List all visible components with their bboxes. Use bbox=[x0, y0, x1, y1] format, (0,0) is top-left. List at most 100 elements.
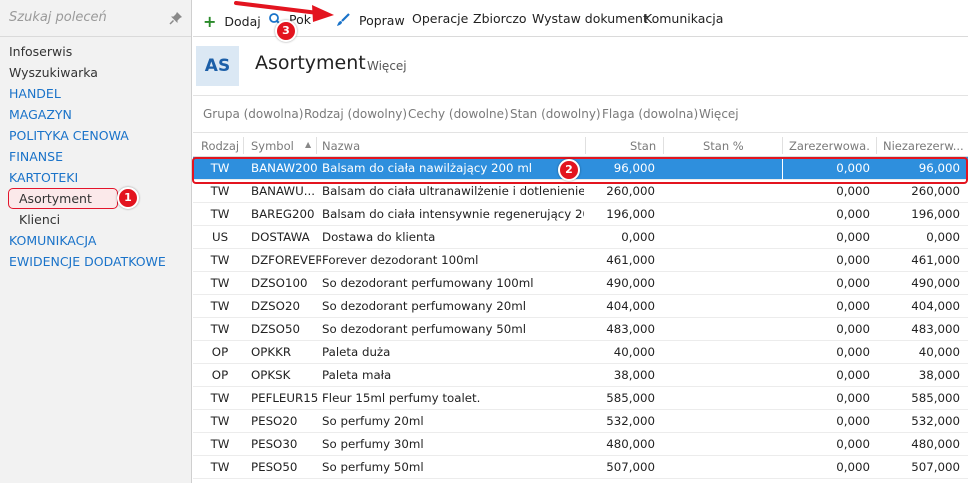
cell-symbol: DZFOREVER bbox=[251, 253, 321, 267]
table-row[interactable]: TW DZSO50 So dezodorant perfumowany 50ml… bbox=[193, 318, 968, 341]
col-zarezerwowane[interactable]: Zarezerwowa... bbox=[789, 139, 871, 153]
cell-stan: 461,000 bbox=[606, 253, 655, 267]
table-row[interactable]: OP OPKKR Paleta duża 40,000 0,000 40,000 bbox=[193, 341, 968, 364]
step-2-badge: 2 bbox=[558, 159, 580, 181]
cell-niezarezerwowane: 96,000 bbox=[918, 161, 960, 175]
cell-nazwa: So dezodorant perfumowany 100ml bbox=[322, 276, 534, 290]
nav-item-asortyment[interactable]: Asortyment bbox=[0, 188, 191, 209]
cell-rodzaj: TW bbox=[210, 184, 230, 198]
table-row-selected[interactable]: TW BANAW200 Balsam do ciała nawilżający … bbox=[193, 157, 968, 180]
filter-grupa[interactable]: Grupa (dowolna) bbox=[203, 107, 303, 121]
nav-item-magazyn[interactable]: MAGAZYN bbox=[0, 104, 191, 125]
add-button[interactable]: + Dodaj bbox=[203, 11, 261, 31]
module-badge: AS bbox=[196, 46, 239, 86]
column-divider[interactable] bbox=[316, 137, 317, 154]
bulk-button[interactable]: Zbiorczo bbox=[473, 11, 527, 26]
cell-symbol: PESO20 bbox=[251, 414, 298, 428]
nav-item-handel[interactable]: HANDEL bbox=[0, 83, 191, 104]
table-header: Rodzaj Symbol ▲ Nazwa Stan Stan % Zareze… bbox=[193, 134, 968, 157]
table-row[interactable]: TW BAREG200 Balsam do ciała intensywnie … bbox=[193, 203, 968, 226]
page-header: AS Asortyment Więcej bbox=[193, 38, 968, 96]
nav-item-finanse[interactable]: FINANSE bbox=[0, 146, 191, 167]
cell-symbol: PEFLEUR15 bbox=[251, 391, 319, 405]
col-stan-pct[interactable]: Stan % bbox=[703, 139, 744, 153]
cell-nazwa: So perfumy 30ml bbox=[322, 437, 424, 451]
filter-flaga[interactable]: Flaga (dowolna) bbox=[602, 107, 698, 121]
column-divider[interactable] bbox=[585, 137, 586, 154]
cell-stan: 483,000 bbox=[606, 322, 655, 336]
cell-symbol: DZSO50 bbox=[251, 322, 300, 336]
col-niezarezerwowane[interactable]: Niezarezerw... bbox=[883, 139, 963, 153]
cell-stan: 404,000 bbox=[606, 299, 655, 313]
cell-nazwa: Paleta mała bbox=[322, 368, 392, 382]
table-row[interactable]: TW DZSO20 So dezodorant perfumowany 20ml… bbox=[193, 295, 968, 318]
nav-item-kartoteki[interactable]: KARTOTEKI bbox=[0, 167, 191, 188]
cell-stan: 260,000 bbox=[606, 184, 655, 198]
filter-rodzaj[interactable]: Rodzaj (dowolny) bbox=[304, 107, 407, 121]
table-row[interactable]: TW PESO50 So perfumy 50ml 507,000 0,000 … bbox=[193, 456, 968, 479]
cell-rodzaj: TW bbox=[210, 276, 230, 290]
table-row[interactable]: TW DZFOREVER Forever dezodorant 100ml 46… bbox=[193, 249, 968, 272]
cell-niezarezerwowane: 461,000 bbox=[911, 253, 960, 267]
col-symbol[interactable]: Symbol bbox=[251, 139, 294, 153]
nav-item-komunikacja[interactable]: KOMUNIKACJA bbox=[0, 230, 191, 251]
table-row[interactable]: TW PEFLEUR15 Fleur 15ml perfumy toalet. … bbox=[193, 387, 968, 410]
table-row[interactable]: OP OPKSK Paleta mała 38,000 0,000 38,000 bbox=[193, 364, 968, 387]
pin-icon[interactable] bbox=[169, 11, 183, 25]
cell-niezarezerwowane: 585,000 bbox=[911, 391, 960, 405]
nav-item-klienci[interactable]: Klienci bbox=[0, 209, 191, 230]
page-title: Asortyment bbox=[255, 52, 366, 74]
col-nazwa[interactable]: Nazwa bbox=[322, 139, 360, 153]
more-link[interactable]: Więcej bbox=[367, 59, 407, 73]
nav-item-wyszukiwarka[interactable]: Wyszukiwarka bbox=[0, 62, 191, 83]
search-input[interactable]: Szukaj poleceń bbox=[9, 10, 107, 25]
cell-rodzaj: US bbox=[211, 230, 229, 244]
col-rodzaj[interactable]: Rodzaj bbox=[201, 139, 239, 153]
filter-more[interactable]: Więcej bbox=[699, 107, 739, 121]
cell-nazwa: Paleta duża bbox=[322, 345, 391, 359]
cell-zarezerwowane: 0,000 bbox=[836, 460, 870, 474]
navigation-menu: Infoserwis Wyszukiwarka HANDEL MAGAZYN P… bbox=[0, 41, 191, 272]
issue-document-button[interactable]: Wystaw dokument bbox=[532, 11, 648, 26]
cell-rodzaj: OP bbox=[211, 368, 229, 382]
cell-stan: 532,000 bbox=[606, 414, 655, 428]
table-row[interactable]: TW DZSO100 So dezodorant perfumowany 100… bbox=[193, 272, 968, 295]
sort-ascending-icon: ▲ bbox=[305, 140, 312, 149]
table-row[interactable]: US DOSTAWA Dostawa do klienta 0,000 0,00… bbox=[193, 226, 968, 249]
col-stan[interactable]: Stan bbox=[630, 139, 656, 153]
communication-button[interactable]: Komunikacja bbox=[644, 11, 723, 26]
cell-symbol: PESO30 bbox=[251, 437, 298, 451]
cell-zarezerwowane: 0,000 bbox=[836, 414, 870, 428]
cell-stan: 585,000 bbox=[606, 391, 655, 405]
cell-niezarezerwowane: 532,000 bbox=[911, 414, 960, 428]
nav-item-ewidencje-dodatkowe[interactable]: EWIDENCJE DODATKOWE bbox=[0, 251, 191, 272]
table-row[interactable]: TW BANAWU... Balsam do ciała ultranawilż… bbox=[193, 180, 968, 203]
filter-cechy[interactable]: Cechy (dowolne) bbox=[408, 107, 509, 121]
cell-symbol: DZSO100 bbox=[251, 276, 308, 290]
cell-symbol: PESO50 bbox=[251, 460, 298, 474]
filter-stan[interactable]: Stan (dowolny) bbox=[510, 107, 601, 121]
cell-nazwa: Dostawa do klienta bbox=[322, 230, 436, 244]
cell-zarezerwowane: 0,000 bbox=[836, 161, 870, 175]
cell-symbol: OPKKR bbox=[251, 345, 292, 359]
cell-nazwa: So dezodorant perfumowany 50ml bbox=[322, 322, 527, 336]
edit-button[interactable]: Popraw bbox=[336, 11, 405, 28]
table-row[interactable]: TW PESO20 So perfumy 20ml 532,000 0,000 … bbox=[193, 410, 968, 433]
column-divider[interactable] bbox=[663, 137, 664, 154]
table-row[interactable]: TW PESO30 So perfumy 30ml 480,000 0,000 … bbox=[193, 433, 968, 456]
cell-niezarezerwowane: 260,000 bbox=[911, 184, 960, 198]
cell-nazwa: Fleur 15ml perfumy toalet. bbox=[322, 391, 481, 405]
column-divider[interactable] bbox=[243, 137, 244, 154]
cell-rodzaj: TW bbox=[210, 322, 230, 336]
cell-stan: 40,000 bbox=[613, 345, 655, 359]
cell-zarezerwowane: 0,000 bbox=[836, 184, 870, 198]
operations-button[interactable]: Operacje bbox=[412, 11, 468, 26]
cell-stan: 0,000 bbox=[621, 230, 655, 244]
nav-item-polityka-cenowa[interactable]: POLITYKA CENOWA bbox=[0, 125, 191, 146]
nav-item-infoserwis[interactable]: Infoserwis bbox=[0, 41, 191, 62]
cell-niezarezerwowane: 0,000 bbox=[926, 230, 960, 244]
command-search[interactable]: Szukaj poleceń bbox=[0, 0, 191, 37]
column-divider[interactable] bbox=[876, 137, 877, 154]
cell-zarezerwowane: 0,000 bbox=[836, 276, 870, 290]
column-divider[interactable] bbox=[782, 137, 783, 154]
